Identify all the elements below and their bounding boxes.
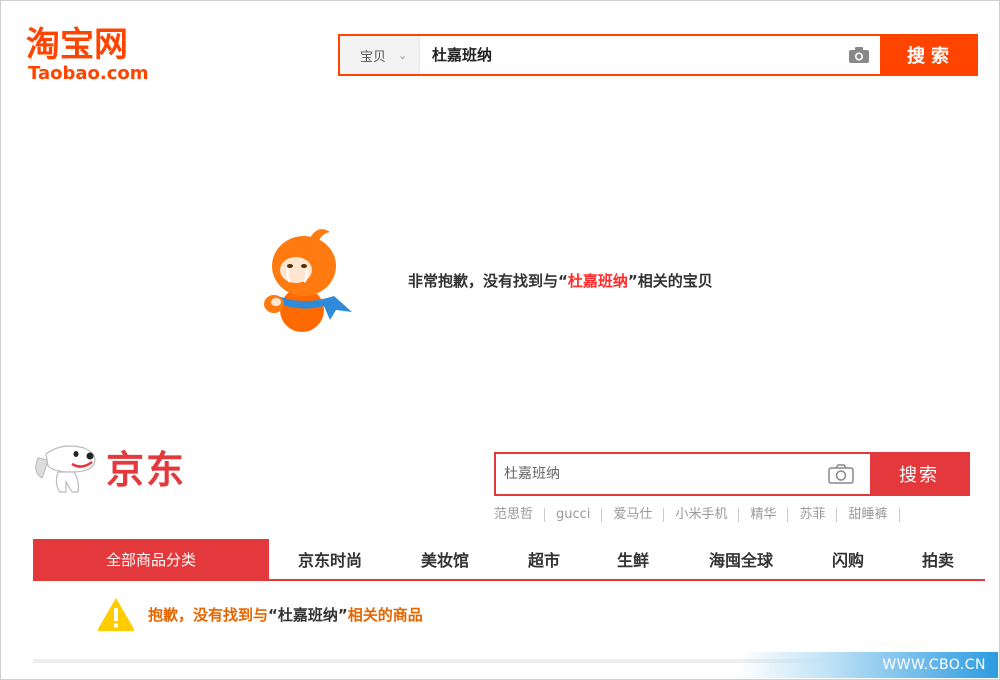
taobao-mascot-image (264, 229, 352, 332)
jd-main-nav: 全部商品分类 京东时尚 美妆馆 超市 生鲜 海囤全球 闪购 拍卖 (33, 539, 985, 581)
jd-mascot-dog-icon (35, 445, 96, 493)
jd-no-result-before: 抱歉，没有找到与 (148, 605, 269, 624)
jd-logo[interactable]: 京东 (32, 436, 212, 502)
chevron-down-icon: ⌄ (398, 48, 408, 62)
jd-no-result-keyword: “杜嘉班纳” (268, 605, 348, 624)
taobao-logo[interactable]: 淘宝网 Taobao.com (26, 26, 156, 84)
jd-nav-item[interactable]: 生鲜 (589, 539, 677, 579)
jd-nav-item[interactable]: 超市 (499, 539, 589, 579)
taobao-search-scope-select[interactable]: 宝贝 ⌄ (340, 36, 420, 74)
jd-no-result-after: 相关的商品 (347, 605, 423, 624)
warning-icon (97, 598, 135, 631)
jd-hot-word[interactable]: 小米手机 (664, 508, 740, 522)
jd-nav-item[interactable]: 美妆馆 (391, 539, 499, 579)
taobao-no-result-before: 非常抱歉，没有找到与“ (408, 272, 568, 290)
jd-nav-item[interactable]: 京东时尚 (269, 539, 391, 579)
jd-search-input[interactable]: 杜嘉班纳 (504, 454, 560, 494)
taobao-no-result-message: 非常抱歉，没有找到与“杜嘉班纳”相关的宝贝 (408, 270, 713, 291)
jd-nav-item[interactable]: 拍卖 (891, 539, 985, 579)
watermark: WWW.CBO.CN (738, 652, 998, 678)
jd-hot-word[interactable]: gucci (545, 508, 603, 522)
taobao-search-input[interactable]: 杜嘉班纳 (432, 36, 852, 74)
watermark-text: WWW.CBO.CN (882, 657, 986, 673)
jd-no-result-notice: 抱歉，没有找到与“杜嘉班纳”相关的商品 (96, 596, 423, 632)
jd-no-result-message: 抱歉，没有找到与“杜嘉班纳”相关的商品 (148, 604, 423, 625)
jd-hot-word[interactable]: 甜睡裤 (837, 508, 900, 522)
jd-nav-item[interactable]: 闪购 (805, 539, 891, 579)
jd-all-categories-button[interactable]: 全部商品分类 (33, 539, 269, 579)
taobao-no-result-after: ”相关的宝贝 (627, 272, 713, 290)
camera-icon[interactable] (848, 46, 870, 64)
jd-hot-word[interactable]: 爱马仕 (602, 508, 665, 522)
jd-search-button[interactable]: 搜索 (870, 454, 968, 494)
camera-icon[interactable] (828, 464, 854, 484)
jd-search-bar: 杜嘉班纳 搜索 (494, 452, 970, 496)
taobao-no-result-keyword: 杜嘉班纳 (567, 272, 628, 290)
taobao-search-bar: 宝贝 ⌄ 杜嘉班纳 搜索 (338, 34, 978, 76)
taobao-logo-en: Taobao.com (28, 63, 149, 84)
jd-hot-words: 范思哲 gucci 爱马仕 小米手机 精华 苏菲 甜睡裤 (494, 506, 900, 524)
jd-nav-item[interactable]: 海囤全球 (677, 539, 805, 579)
taobao-logo-cn: 淘宝网 (26, 25, 128, 65)
taobao-search-button[interactable]: 搜索 (880, 36, 976, 74)
jd-logo-text: 京东 (106, 448, 187, 492)
taobao-search-scope-label: 宝贝 (360, 49, 387, 65)
jd-hot-word[interactable]: 精华 (739, 508, 789, 522)
jd-hot-word[interactable]: 范思哲 (494, 508, 546, 522)
jd-hot-word[interactable]: 苏菲 (788, 508, 838, 522)
